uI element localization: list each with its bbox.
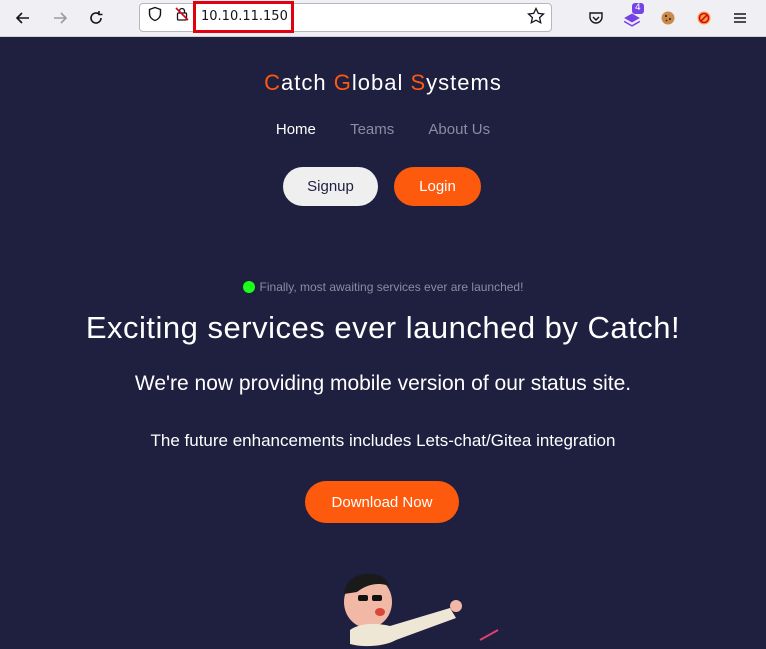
browser-toolbar: 10.10.11.150 4 — [0, 0, 766, 37]
blocked-icon[interactable] — [692, 6, 716, 30]
cookie-icon[interactable] — [656, 6, 680, 30]
status-text: Finally, most awaiting services ever are… — [259, 280, 524, 294]
nav-about-us[interactable]: About Us — [428, 121, 490, 138]
subheadline: We're now providing mobile version of ou… — [134, 372, 632, 395]
nav-teams[interactable]: Teams — [350, 121, 394, 138]
status-dot — [242, 281, 255, 293]
nav-home[interactable]: Home — [276, 121, 316, 138]
character-illustration — [344, 573, 499, 647]
brand-letter: G — [333, 70, 352, 95]
site-brand[interactable]: Catch Global Systems — [0, 70, 766, 96]
insecure-lock-icon[interactable] — [174, 6, 190, 22]
brand-word: atch — [281, 70, 334, 95]
status-line: Finally, most awaiting services ever are… — [0, 280, 766, 294]
brand-word: lobal — [351, 70, 411, 95]
download-now-button[interactable]: Download Now — [305, 481, 459, 523]
headline: Exciting services ever launched by Catch… — [85, 310, 681, 345]
back-arrow-icon[interactable] — [11, 6, 35, 30]
login-button[interactable]: Login — [394, 167, 481, 206]
bookmark-star-icon[interactable] — [526, 6, 546, 26]
menu-icon[interactable] — [728, 6, 752, 30]
brand-letter: C — [264, 70, 282, 95]
extension-badge: 4 — [632, 3, 644, 14]
forward-arrow-icon[interactable] — [48, 6, 72, 30]
url-text[interactable]: 10.10.11.150 — [201, 9, 288, 24]
shield-icon[interactable] — [147, 6, 163, 22]
main-nav: Home Teams About Us — [0, 121, 766, 138]
tagline: The future enhancements includes Lets-ch… — [150, 431, 616, 450]
brand-word: ystems — [426, 70, 502, 95]
signup-button[interactable]: Signup — [283, 167, 378, 206]
brand-letter: S — [410, 70, 427, 95]
pocket-icon[interactable] — [584, 6, 608, 30]
reload-icon[interactable] — [84, 6, 108, 30]
